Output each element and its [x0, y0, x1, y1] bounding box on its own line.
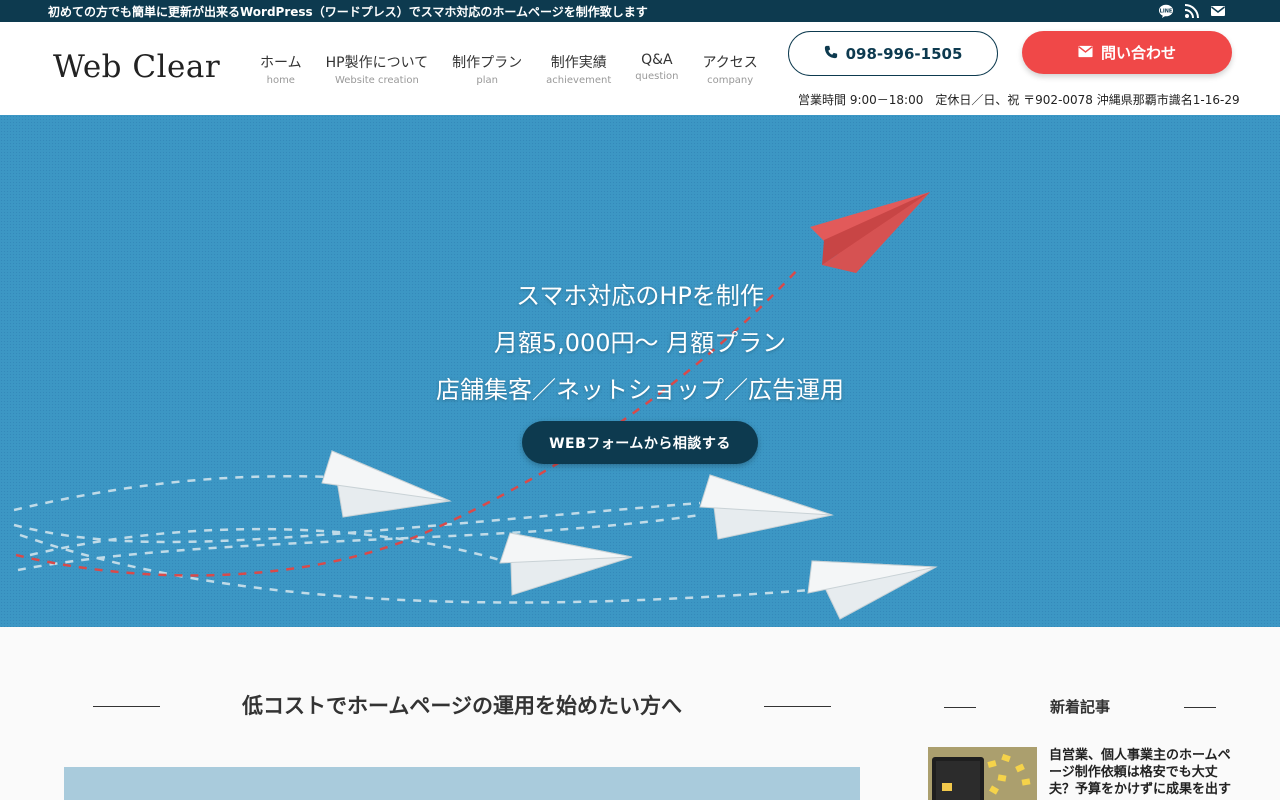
heading-rule-right — [764, 706, 831, 707]
nav-item-company[interactable]: アクセス company — [690, 52, 769, 86]
nav-label: HP製作について — [325, 55, 429, 71]
nav-item-website-creation[interactable]: HP製作について Website creation — [314, 52, 441, 86]
nav-sublabel: plan — [476, 75, 498, 86]
recent-article-item[interactable]: 自営業、個人事業主のホームページ制作依頼は格安でも大丈夫？予算をかけずに成果を出… — [928, 747, 1238, 800]
article-title: 自営業、個人事業主のホームページ制作依頼は格安でも大丈夫？予算をかけずに成果を出… — [1049, 748, 1232, 797]
main-section-heading: 低コストでホームページの運用を始めたい方へ — [93, 690, 831, 722]
hero-banner: スマホ対応のHPを制作 月額5,000円〜 月額プラン 店舗集客／ネットショップ… — [0, 115, 1280, 627]
article-thumbnail — [928, 747, 1037, 800]
sidebar-title: 新着記事 — [1049, 698, 1110, 716]
site-logo[interactable]: Web Clear — [53, 49, 220, 85]
nav-sublabel: achievement — [546, 75, 612, 86]
nav-sublabel: question — [635, 71, 679, 82]
nav-item-home[interactable]: ホーム home — [248, 52, 314, 86]
nav-item-achievement[interactable]: 制作実績 achievement — [534, 52, 623, 86]
social-icons: LINE — [1158, 3, 1226, 19]
phone-icon — [824, 45, 838, 63]
main-nav: ホーム home HP製作について Website creation 制作プラン… — [248, 52, 770, 86]
rss-icon[interactable] — [1184, 3, 1200, 19]
hero-headline-1: スマホ対応のHPを制作 — [516, 282, 764, 310]
nav-item-question[interactable]: Q&A question — [623, 52, 690, 86]
heading-rule-right — [1184, 707, 1216, 708]
contact-button[interactable]: 問い合わせ — [1022, 31, 1232, 74]
site-header: Web Clear ホーム home HP製作について Website crea… — [0, 22, 1280, 115]
nav-label: Q&A — [641, 52, 673, 68]
web-form-cta-button[interactable]: WEBフォームから相談する — [522, 421, 758, 464]
nav-sublabel: Website creation — [334, 75, 419, 86]
mail-icon[interactable] — [1210, 3, 1226, 19]
line-icon[interactable]: LINE — [1158, 3, 1174, 19]
sidebar-heading: 新着記事 — [944, 696, 1216, 720]
svg-text:LINE: LINE — [1160, 9, 1173, 15]
site-tagline: 初めての方でも簡単に更新が出来るWordPress（ワードプレス）でスマホ対応の… — [48, 5, 648, 19]
mail-icon — [1078, 44, 1093, 62]
nav-label: 制作プラン — [452, 55, 523, 71]
nav-sublabel: home — [266, 75, 295, 86]
nav-label: 制作実績 — [550, 55, 607, 71]
nav-label: ホーム — [260, 55, 302, 71]
hero-headline-3: 店舗集客／ネットショップ／広告運用 — [436, 376, 844, 404]
hero-headline-2: 月額5,000円〜 月額プラン — [493, 329, 787, 357]
contact-label: 問い合わせ — [1100, 44, 1176, 62]
section-title: 低コストでホームページの運用を始めたい方へ — [242, 694, 682, 718]
nav-sublabel: company — [707, 75, 754, 86]
nav-item-plan[interactable]: 制作プラン plan — [440, 52, 534, 86]
phone-number: 098-996-1505 — [845, 44, 963, 63]
nav-label: アクセス — [702, 55, 758, 71]
business-info: 営業時間 9:00－18:00 定休日／日、祝 〒902-0078 沖縄県那覇市… — [798, 93, 1240, 107]
top-bar: 初めての方でも簡単に更新が出来るWordPress（ワードプレス）でスマホ対応の… — [0, 0, 1280, 22]
phone-button[interactable]: 098-996-1505 — [788, 31, 998, 76]
section-image — [64, 767, 860, 800]
